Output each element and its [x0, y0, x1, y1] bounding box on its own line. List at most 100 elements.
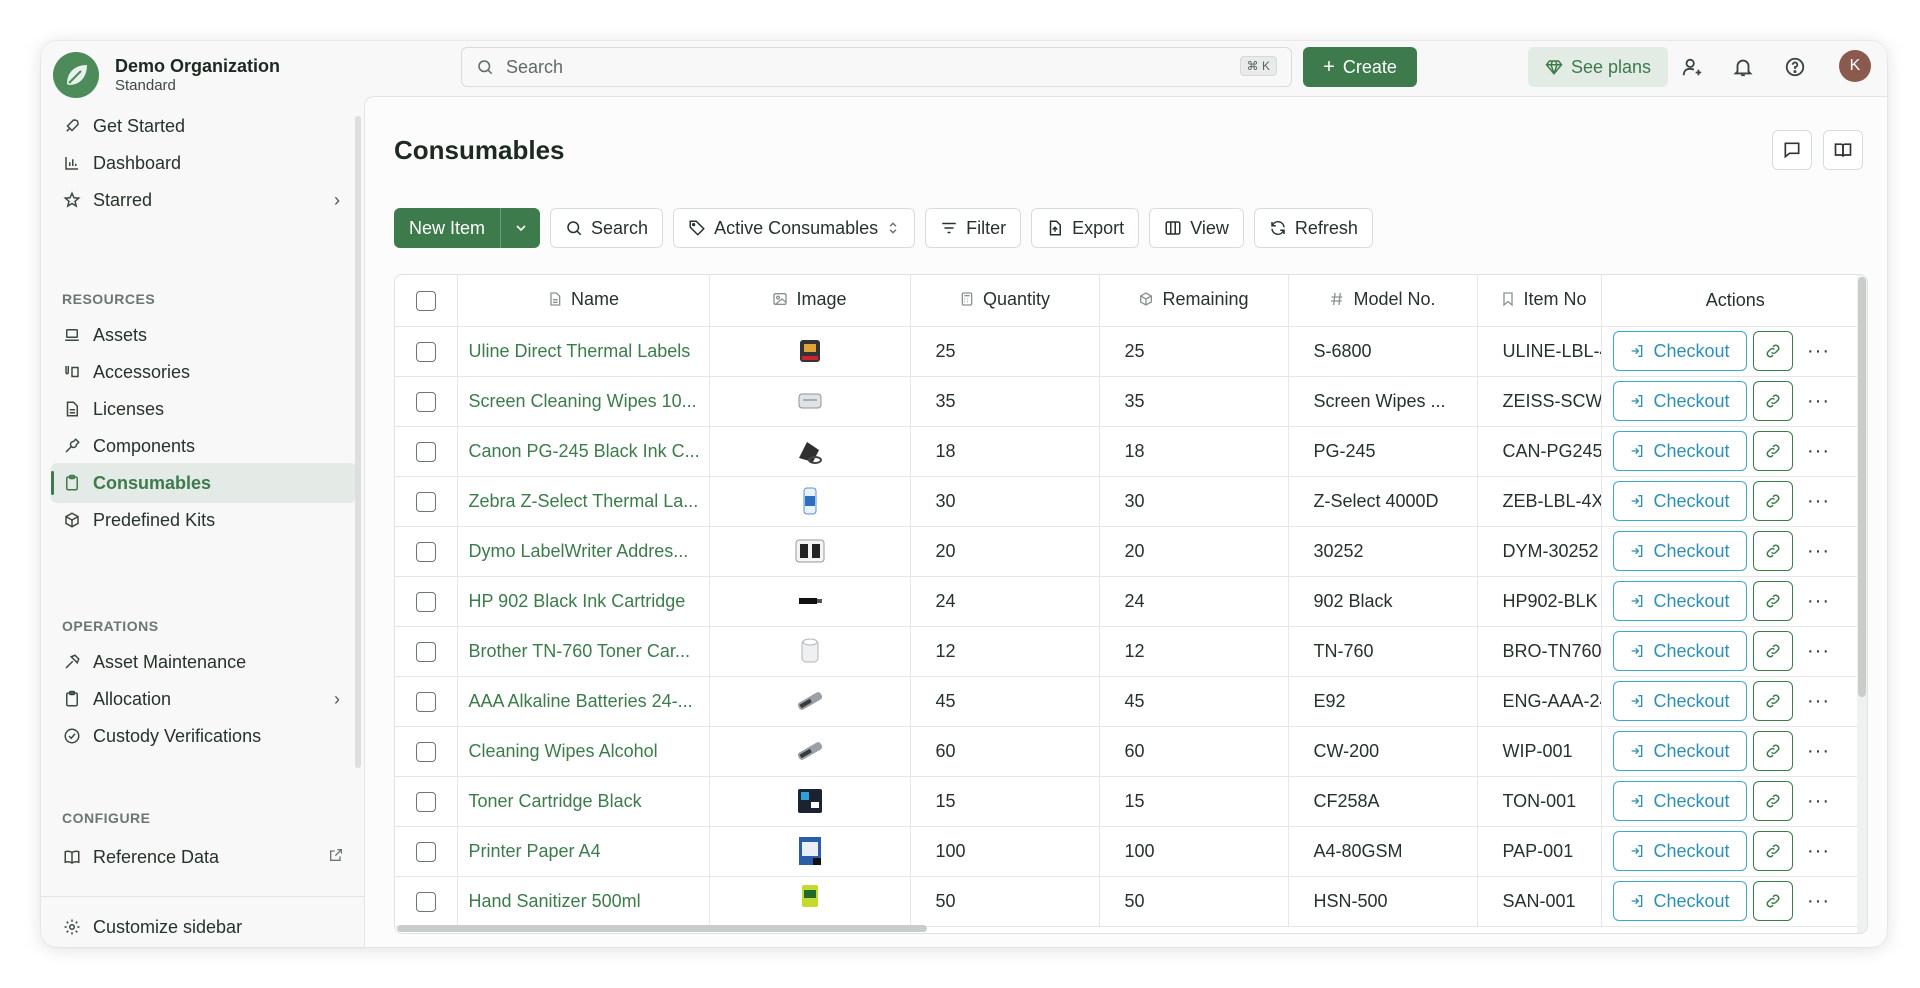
copy-link-button[interactable] — [1752, 831, 1793, 871]
new-item-button[interactable]: New Item — [394, 208, 501, 248]
more-actions-button[interactable]: ··· — [1799, 681, 1839, 721]
table-row[interactable]: AAA Alkaline Batteries 24-... 45 45 E92 … — [395, 676, 1867, 727]
row-checkbox[interactable] — [415, 341, 436, 362]
add-user-icon[interactable] — [1681, 56, 1703, 83]
row-checkbox[interactable] — [415, 841, 436, 862]
copy-link-button[interactable] — [1752, 681, 1793, 721]
copy-link-button[interactable] — [1752, 781, 1793, 821]
comments-button[interactable] — [1772, 130, 1812, 170]
more-actions-button[interactable]: ··· — [1799, 581, 1839, 621]
copy-link-button[interactable] — [1752, 581, 1793, 621]
item-name-link[interactable]: Dymo LabelWriter Addres... — [457, 526, 710, 577]
sidebar-scrollbar[interactable] — [355, 116, 361, 768]
sidebar-item-custody-verifications[interactable]: Custody Verifications — [51, 716, 356, 756]
table-vertical-scrollbar[interactable] — [1857, 275, 1867, 933]
item-thumbnail[interactable] — [791, 582, 829, 620]
checkout-button[interactable]: Checkout — [1612, 681, 1747, 721]
item-thumbnail[interactable] — [791, 832, 829, 870]
item-thumbnail[interactable] — [791, 332, 829, 370]
row-checkbox[interactable] — [415, 891, 436, 912]
new-item-dropdown-button[interactable] — [500, 208, 541, 248]
checkout-button[interactable]: Checkout — [1612, 481, 1747, 521]
checkout-button[interactable]: Checkout — [1612, 781, 1747, 821]
more-actions-button[interactable]: ··· — [1799, 481, 1839, 521]
sidebar-item-components[interactable]: Components — [51, 426, 356, 466]
item-name-link[interactable]: Brother TN-760 Toner Car... — [457, 626, 710, 677]
view-select[interactable]: Active Consumables — [673, 208, 916, 248]
table-row[interactable]: Uline Direct Thermal Labels 25 25 S-6800… — [395, 326, 1867, 377]
checkout-button[interactable]: Checkout — [1612, 831, 1747, 871]
checkout-button[interactable]: Checkout — [1612, 581, 1747, 621]
table-row[interactable]: Canon PG-245 Black Ink C... 18 18 PG-245… — [395, 426, 1867, 477]
table-row[interactable]: Toner Cartridge Black 15 15 CF258A TON-0… — [395, 776, 1867, 827]
customize-sidebar-button[interactable]: Customize sidebar — [51, 907, 356, 947]
item-name-link[interactable]: HP 902 Black Ink Cartridge — [457, 576, 710, 627]
row-checkbox[interactable] — [415, 741, 436, 762]
item-name-link[interactable]: Uline Direct Thermal Labels — [457, 326, 710, 377]
checkout-button[interactable]: Checkout — [1612, 381, 1747, 421]
sidebar-item-starred[interactable]: Starred › — [51, 180, 356, 220]
table-row[interactable]: Brother TN-760 Toner Car... 12 12 TN-760… — [395, 626, 1867, 677]
item-thumbnail[interactable] — [791, 382, 829, 420]
sidebar-item-get-started[interactable]: Get Started — [51, 106, 356, 146]
checkout-button[interactable]: Checkout — [1612, 531, 1747, 571]
column-header-quantity[interactable]: Quantity — [910, 275, 1100, 327]
help-icon[interactable] — [1784, 56, 1806, 83]
user-avatar[interactable]: K — [1839, 50, 1871, 82]
more-actions-button[interactable]: ··· — [1799, 331, 1839, 371]
copy-link-button[interactable] — [1752, 381, 1793, 421]
refresh-button[interactable]: Refresh — [1253, 208, 1373, 248]
checkout-button[interactable]: Checkout — [1612, 881, 1747, 921]
item-thumbnail[interactable] — [791, 532, 829, 570]
table-row[interactable]: Zebra Z-Select Thermal La... 30 30 Z-Sel… — [395, 476, 1867, 527]
column-header-model[interactable]: Model No. — [1288, 275, 1478, 327]
checkout-button[interactable]: Checkout — [1612, 431, 1747, 471]
table-row[interactable]: Cleaning Wipes Alcohol 60 60 CW-200 WIP-… — [395, 726, 1867, 777]
more-actions-button[interactable]: ··· — [1799, 881, 1839, 921]
copy-link-button[interactable] — [1752, 531, 1793, 571]
item-name-link[interactable]: Printer Paper A4 — [457, 826, 710, 877]
row-checkbox[interactable] — [415, 641, 436, 662]
view-columns-button[interactable]: View — [1149, 208, 1244, 248]
item-name-link[interactable]: Hand Sanitizer 500ml — [457, 876, 710, 927]
filter-button[interactable]: Filter — [925, 208, 1022, 248]
more-actions-button[interactable]: ··· — [1799, 631, 1839, 671]
column-header-item-no[interactable]: Item No — [1477, 275, 1602, 327]
item-name-link[interactable]: Toner Cartridge Black — [457, 776, 710, 827]
copy-link-button[interactable] — [1752, 631, 1793, 671]
global-search-input[interactable]: Search ⌘ K — [461, 47, 1292, 87]
more-actions-button[interactable]: ··· — [1799, 831, 1839, 871]
row-checkbox[interactable] — [415, 691, 436, 712]
row-checkbox[interactable] — [415, 791, 436, 812]
row-checkbox[interactable] — [415, 391, 436, 412]
copy-link-button[interactable] — [1752, 431, 1793, 471]
copy-link-button[interactable] — [1752, 881, 1793, 921]
item-thumbnail[interactable] — [791, 632, 829, 670]
item-thumbnail[interactable] — [791, 682, 829, 720]
table-row[interactable]: Hand Sanitizer 500ml 50 50 HSN-500 SAN-0… — [395, 876, 1867, 927]
item-thumbnail[interactable] — [791, 882, 829, 920]
item-name-link[interactable]: Zebra Z-Select Thermal La... — [457, 476, 710, 527]
checkout-button[interactable]: Checkout — [1612, 631, 1747, 671]
copy-link-button[interactable] — [1752, 481, 1793, 521]
checkout-button[interactable]: Checkout — [1612, 731, 1747, 771]
scroll-thumb[interactable] — [397, 925, 927, 932]
scroll-thumb[interactable] — [1858, 277, 1866, 697]
table-row[interactable]: Dymo LabelWriter Addres... 20 20 30252 D… — [395, 526, 1867, 577]
row-checkbox[interactable] — [415, 491, 436, 512]
item-thumbnail[interactable] — [791, 482, 829, 520]
more-actions-button[interactable]: ··· — [1799, 381, 1839, 421]
item-name-link[interactable]: Cleaning Wipes Alcohol — [457, 726, 710, 777]
table-search-button[interactable]: Search — [550, 208, 664, 248]
item-name-link[interactable]: Screen Cleaning Wipes 10... — [457, 376, 710, 427]
item-name-link[interactable]: Canon PG-245 Black Ink C... — [457, 426, 710, 477]
select-all-checkbox[interactable] — [415, 290, 436, 311]
table-row[interactable]: Printer Paper A4 100 100 A4-80GSM PAP-00… — [395, 826, 1867, 877]
more-actions-button[interactable]: ··· — [1799, 781, 1839, 821]
sidebar-item-consumables[interactable]: Consumables — [51, 463, 356, 503]
more-actions-button[interactable]: ··· — [1799, 531, 1839, 571]
sidebar-item-accessories[interactable]: Accessories — [51, 352, 356, 392]
more-actions-button[interactable]: ··· — [1799, 731, 1839, 771]
column-header-name[interactable]: Name — [457, 275, 710, 327]
export-button[interactable]: Export — [1031, 208, 1140, 248]
